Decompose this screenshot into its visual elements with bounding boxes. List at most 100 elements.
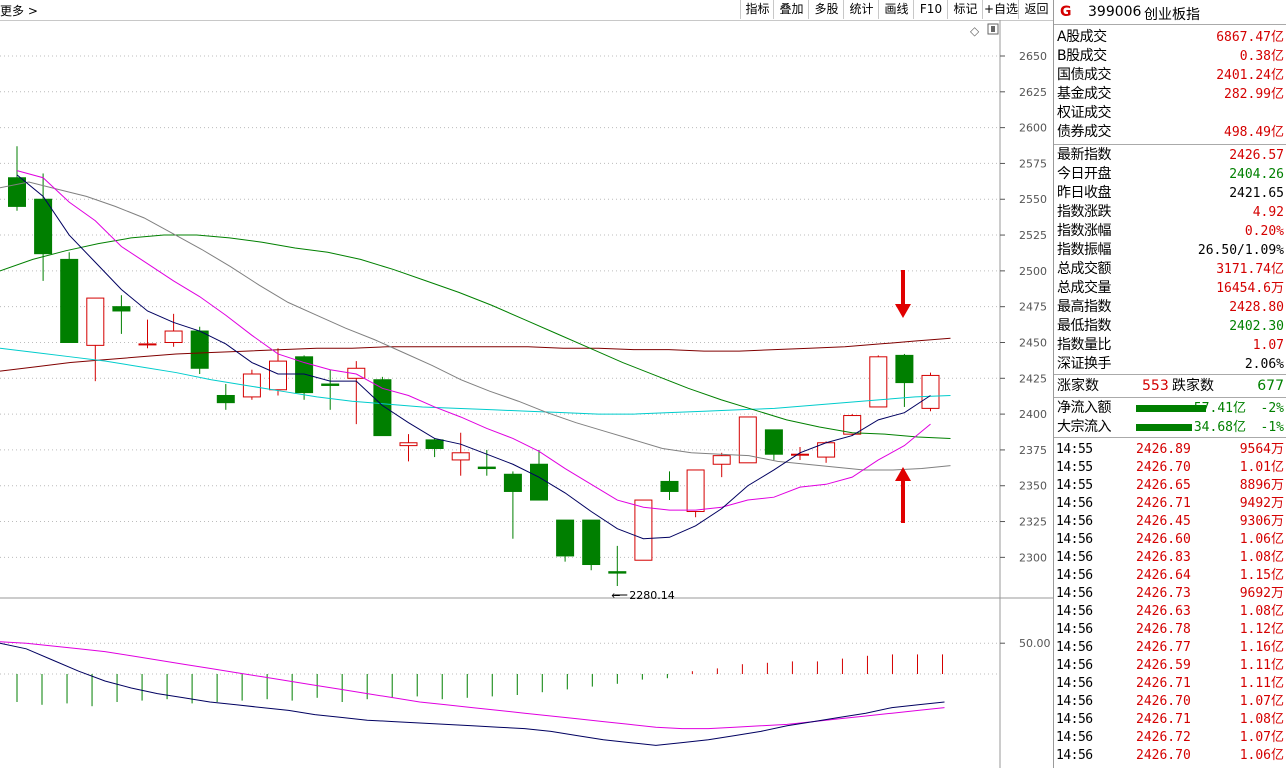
tick-time: 14:56 xyxy=(1056,640,1093,655)
stat-row-10-label: 指数量比 xyxy=(1057,337,1112,353)
stat-row-2-label: 昨日收盘 xyxy=(1057,185,1112,201)
candle-body-19 xyxy=(503,473,522,492)
stat-row-8: 最高指数 2428.80 xyxy=(1054,298,1286,317)
stat-row-7-label: 总成交量 xyxy=(1057,280,1112,296)
candle-body-29 xyxy=(764,429,783,455)
stat-row-1-label: 今日开盘 xyxy=(1057,166,1112,182)
tick-price: 2426.83 xyxy=(1136,550,1191,565)
tick-time: 14:56 xyxy=(1056,586,1093,601)
candle-body-10 xyxy=(269,360,287,391)
volume-row-0-value: 6867.47亿 xyxy=(1216,30,1284,45)
candle-body-18 xyxy=(477,466,496,470)
up-count: 553 xyxy=(1142,378,1169,394)
candle-body-30 xyxy=(791,453,809,456)
volume-row-0-label: A股成交 xyxy=(1057,29,1107,45)
stat-row-4-label: 指数涨幅 xyxy=(1057,223,1112,239)
tick-row: 14:56 2426.77 1.16亿 xyxy=(1054,639,1286,657)
volume-row-0: A股成交 6867.47亿 xyxy=(1054,28,1286,47)
y-tick-label-2: 2600 xyxy=(1019,122,1047,135)
tick-volume: 1.08亿 xyxy=(1239,712,1284,727)
flow-percent: -1% xyxy=(1260,420,1284,435)
volume-row-2-value: 2401.24亿 xyxy=(1216,68,1284,83)
stat-row-0: 最新指数 2426.57 xyxy=(1054,146,1286,165)
candle-body-25 xyxy=(660,480,679,492)
toolbar-button-4[interactable]: 画线 xyxy=(878,0,914,19)
tick-row: 14:56 2426.64 1.15亿 xyxy=(1054,567,1286,585)
candle-body-27 xyxy=(712,455,731,465)
chart-toolbar: 更多 > 指标 叠加 多股 统计 画线 F10 标记 +自选 返回 xyxy=(0,0,1053,21)
tick-time: 14:56 xyxy=(1056,694,1093,709)
tick-time: 14:56 xyxy=(1056,568,1093,583)
toolbar-button-3[interactable]: 统计 xyxy=(843,0,879,19)
panel-header: G 399006 创业板指 xyxy=(1054,0,1286,24)
updown-row: 涨家数 553 跌家数 677 xyxy=(1054,377,1286,396)
tick-price: 2426.73 xyxy=(1136,586,1191,601)
volume-row-4: 权证成交 xyxy=(1054,104,1286,123)
tick-volume: 1.15亿 xyxy=(1239,568,1284,583)
tick-time: 14:56 xyxy=(1056,496,1093,511)
candle-body-17 xyxy=(451,452,470,461)
tick-row: 14:56 2426.72 1.07亿 xyxy=(1054,729,1286,747)
y-tick-label-4: 2550 xyxy=(1019,193,1047,206)
tick-row: 14:56 2426.71 1.08亿 xyxy=(1054,711,1286,729)
candle-body-22 xyxy=(582,519,601,566)
tick-row: 14:56 2426.71 1.11亿 xyxy=(1054,675,1286,693)
toolbar-button-6[interactable]: 标记 xyxy=(947,0,983,19)
candle-body-12 xyxy=(321,383,340,386)
tick-time: 14:56 xyxy=(1056,676,1093,691)
stat-row-11: 深证换手 2.06% xyxy=(1054,355,1286,374)
tick-row: 14:56 2426.78 1.12亿 xyxy=(1054,621,1286,639)
tick-row: 14:56 2426.83 1.08亿 xyxy=(1054,549,1286,567)
tick-row: 14:56 2426.45 9306万 xyxy=(1054,513,1286,531)
stat-row-8-label: 最高指数 xyxy=(1057,299,1112,315)
tick-volume: 9306万 xyxy=(1239,514,1284,529)
tick-time: 14:56 xyxy=(1056,658,1093,673)
toolbar-button-0[interactable]: 指标 xyxy=(740,0,774,19)
y-tick-label-3: 2575 xyxy=(1019,157,1047,170)
tick-price: 2426.71 xyxy=(1136,676,1191,691)
tick-row: 14:56 2426.73 9692万 xyxy=(1054,585,1286,603)
toolbar-button-8[interactable]: 返回 xyxy=(1018,0,1054,19)
toolbar-button-5[interactable]: F10 xyxy=(913,0,948,19)
stats-separator xyxy=(1054,374,1286,375)
tick-time: 14:56 xyxy=(1056,712,1093,727)
y-tick-label-14: 2300 xyxy=(1019,551,1047,564)
stat-row-3: 指数涨跌 4.92 xyxy=(1054,203,1286,222)
candle-body-7 xyxy=(190,330,209,369)
flow-row-0: 净流入额 -57.41亿 -2% xyxy=(1054,399,1286,418)
ma120-line xyxy=(0,347,951,415)
down-arrow-icon xyxy=(895,270,911,318)
tick-volume: 9492万 xyxy=(1239,496,1284,511)
tick-time: 14:55 xyxy=(1056,442,1093,457)
toolbar-button-1[interactable]: 叠加 xyxy=(773,0,809,19)
tick-time: 14:56 xyxy=(1056,622,1093,637)
tick-row: 14:56 2426.70 1.07亿 xyxy=(1054,693,1286,711)
up-arrow-icon xyxy=(895,467,911,523)
tick-price: 2426.77 xyxy=(1136,640,1191,655)
flow-value: -57.41亿 xyxy=(1186,401,1246,416)
stat-row-6-label: 总成交额 xyxy=(1057,261,1112,277)
candle-body-34 xyxy=(895,354,914,384)
index-code: 399006 xyxy=(1088,4,1142,20)
volume-row-3-label: 基金成交 xyxy=(1057,86,1112,102)
tick-row: 14:56 2426.63 1.08亿 xyxy=(1054,603,1286,621)
stat-row-0-value: 2426.57 xyxy=(1229,148,1284,163)
header-separator xyxy=(1054,24,1286,25)
tick-price: 2426.64 xyxy=(1136,568,1191,583)
y-tick-label-8: 2450 xyxy=(1019,336,1047,349)
tick-volume: 8896万 xyxy=(1239,478,1284,493)
toolbar-button-7[interactable]: +自选 xyxy=(982,0,1019,19)
tick-price: 2426.70 xyxy=(1136,694,1191,709)
y-tick-label-11: 2375 xyxy=(1019,444,1047,457)
logo-icon: G xyxy=(1060,4,1072,20)
tick-row: 14:55 2426.89 9564万 xyxy=(1054,441,1286,459)
toolbar-button-2[interactable]: 多股 xyxy=(808,0,844,19)
volume-row-3: 基金成交 282.99亿 xyxy=(1054,85,1286,104)
tick-volume: 1.11亿 xyxy=(1239,658,1284,673)
tick-volume: 1.08亿 xyxy=(1239,604,1284,619)
tick-row: 14:56 2426.60 1.06亿 xyxy=(1054,531,1286,549)
macd-tick-label: 50.00 xyxy=(1019,637,1051,650)
y-tick-label-7: 2475 xyxy=(1019,301,1047,314)
y-tick-label-9: 2425 xyxy=(1019,372,1047,385)
more-menu-button[interactable]: 更多 > xyxy=(0,2,38,19)
